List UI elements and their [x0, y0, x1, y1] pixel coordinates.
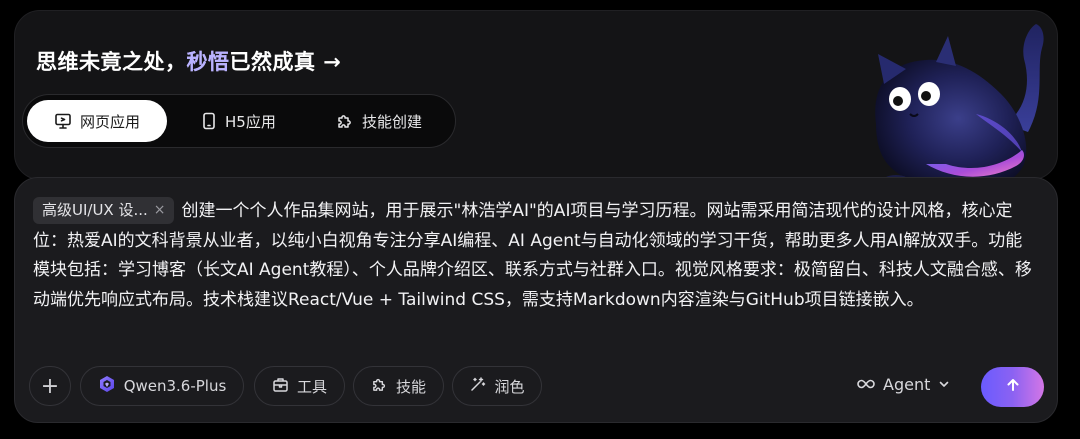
headline-prefix: 思维未竟之处， [36, 50, 187, 74]
skill-chip[interactable]: 高级UI/UX 设... × [33, 197, 174, 224]
app-type-tabs: 网页应用 H5应用 技能创建 [22, 94, 456, 148]
magic-wand-icon [469, 376, 486, 397]
puzzle-icon [371, 376, 388, 397]
toolbox-icon [272, 376, 289, 397]
model-select-button[interactable]: Qwen3.6-Plus [80, 366, 244, 406]
headline-suffix: 已然成真 → [229, 50, 342, 74]
arrow-up-icon [1005, 377, 1021, 397]
tools-label: 工具 [296, 377, 327, 396]
app-stage: 思维未竟之处，秒悟已然成真 → 网页应用 H5应用 技能创建 高级UI/UX 设… [0, 0, 1080, 439]
chevron-down-icon [938, 375, 950, 394]
skills-label: 技能 [395, 377, 426, 396]
tab-label: H5应用 [225, 112, 276, 131]
infinity-icon [857, 375, 875, 394]
skills-button[interactable]: 技能 [353, 366, 444, 406]
prompt-input-card[interactable]: 高级UI/UX 设... × 创建一个个人作品集网站，用于展示"林浩学AI"的AI项… [14, 177, 1058, 423]
headline-accent: 秒悟 [186, 50, 230, 74]
tools-button[interactable]: 工具 [254, 366, 345, 406]
plus-icon: + [40, 373, 60, 399]
hero-headline: 思维未竟之处，秒悟已然成真 → [36, 46, 341, 76]
chip-close-icon[interactable]: × [154, 197, 166, 224]
agent-mode-select[interactable]: Agent [857, 375, 950, 394]
tab-web-app[interactable]: 网页应用 [27, 100, 167, 142]
tab-skill-create[interactable]: 技能创建 [336, 100, 422, 142]
polish-label: 润色 [494, 377, 525, 396]
tab-h5-app[interactable]: H5应用 [201, 100, 276, 142]
tab-label: 技能创建 [362, 112, 423, 131]
agent-label: Agent [883, 375, 931, 394]
polish-button[interactable]: 润色 [452, 366, 542, 406]
add-attachment-button[interactable]: + [29, 366, 71, 406]
prompt-textarea[interactable]: 高级UI/UX 设... × 创建一个个人作品集网站，用于展示"林浩学AI"的AI项… [33, 197, 1037, 315]
tab-label: 网页应用 [79, 112, 140, 131]
puzzle-icon [336, 112, 354, 130]
qwen-logo-icon [98, 375, 116, 397]
phone-icon [201, 112, 217, 130]
monitor-icon [54, 112, 72, 130]
send-button[interactable] [981, 367, 1044, 407]
skill-chip-label: 高级UI/UX 设... [42, 201, 148, 219]
prompt-text: 创建一个个人作品集网站，用于展示"林浩学AI"的AI项目与学习历程。网站需采用简… [33, 201, 1032, 310]
model-label: Qwen3.6-Plus [123, 377, 227, 395]
cat-mascot-icon [856, 14, 1056, 198]
